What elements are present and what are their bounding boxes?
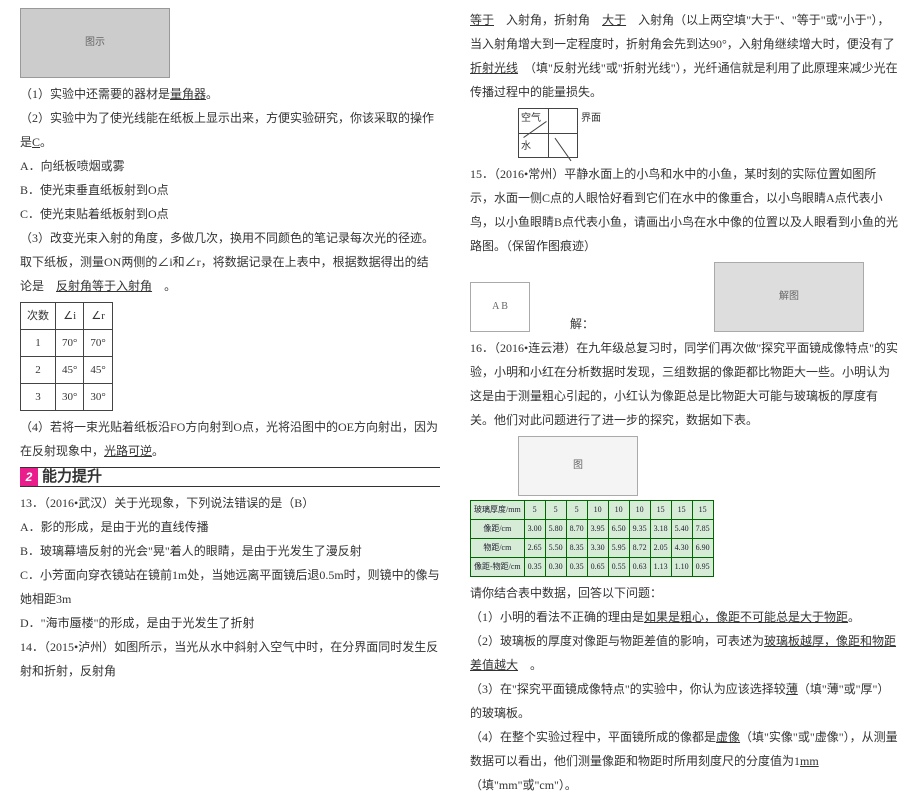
q16-4: （4）在整个实验过程中，平面镜所成的像都是虚像（填"实像"或"虚像"），从测量数… [470, 725, 900, 797]
answer-16-4c: mm [800, 754, 819, 768]
mirror-diagram: 图 [518, 436, 638, 496]
ability-title: 能力提升 [42, 462, 102, 492]
q15-stem-figure: A B [470, 282, 530, 332]
q16-1: （1）小明的看法不正确的理由是如果是粗心，像距不可能总是大于物距。 [470, 605, 900, 629]
q1: （1）实验中还需要的器材是量角器。 [20, 82, 440, 106]
q13: 13．（2016•武汉）关于光现象，下列说法错误的是（B） [20, 491, 440, 515]
q2-optA: A．向纸板喷烟或雾 [20, 154, 440, 178]
q16-2: （2）玻璃板的厚度对像距与物距差值的影响，可表述为玻璃板越厚，像距和物距差值越大… [470, 629, 900, 677]
q2-optC: C．使光束贴着纸板射到O点 [20, 202, 440, 226]
q4: （4）若将一束光贴着纸板沿FO方向射到O点，光将沿图中的OE方向射出，因为在反射… [20, 415, 440, 463]
q16-3: （3）在"探究平面镜成像特点"的实验中，你认为应该选择较薄（填"薄"或"厚"）的… [470, 677, 900, 725]
q13-D: D．"海市蜃楼"的形成，是由于光发生了折射 [20, 611, 440, 635]
answer-16-3: 薄 [786, 682, 798, 696]
q14-start: 14．（2015•泸州）如图所示，当光从水中斜射入空气中时，在分界面同时发生反射… [20, 635, 440, 683]
data-table-2: 玻璃厚度/mm555101010151515 像距/cm3.005.808.70… [470, 500, 714, 577]
q15-solution-figure: 解图 [714, 262, 864, 332]
answer-14c: 折射光线 [470, 61, 518, 75]
solution-label: 解： [570, 312, 594, 336]
answer-1: 量角器 [170, 87, 206, 101]
q13-B: B．玻璃幕墙反射的光会"晃"着人的眼睛，是由于光发生了漫反射 [20, 539, 440, 563]
answer-14b: 大于 [602, 13, 626, 27]
refraction-diagram: 空气 界面 水 [518, 108, 578, 158]
q15: 15．（2016•常州）平静水面上的小鸟和水中的小鱼，某时刻的实际位置如图所示，… [470, 162, 900, 258]
q16-intro: 请你结合表中数据，回答以下问题： [470, 581, 900, 605]
q14-cont: 等于 入射角，折射角 大于 入射角（以上两空填"大于"、"等于"或"小于"），当… [470, 8, 900, 104]
answer-14a: 等于 [470, 13, 494, 27]
q2: （2）实验中为了使光线能在纸板上显示出来，方便实验研究，你该采取的操作是C。 [20, 106, 440, 154]
ability-heading: 2 能力提升 [20, 467, 440, 487]
answer-16-4a: 虚像 [716, 730, 740, 744]
answer-16-1: 如果是粗心，像距不可能总是大于物距 [644, 610, 848, 624]
answer-3: 反射角等于入射角 [56, 279, 152, 293]
answer-2: C [32, 135, 40, 149]
q13-C: C．小芳面向穿衣镜站在镜前1m处，当她远离平面镜后退0.5m时，则镜中的像与她相… [20, 563, 440, 611]
ability-number: 2 [20, 468, 38, 486]
q3: （3）改变光束入射的角度，多做几次，换用不同颜色的笔记录每次光的径迹。取下纸板，… [20, 226, 440, 298]
q2-optB: B．使光束垂直纸板射到O点 [20, 178, 440, 202]
q13-A: A．影的形成，是由于光的直线传播 [20, 515, 440, 539]
answer-4: 光路可逆 [104, 444, 152, 458]
q16: 16．（2016•连云港）在九年级总复习时，同学们再次做"探究平面镜成像特点"的… [470, 336, 900, 432]
experiment-diagram: 图示 [20, 8, 170, 78]
data-table-1: 次数 ∠i ∠r 170°70° 245°45° 330°30° [20, 302, 113, 411]
